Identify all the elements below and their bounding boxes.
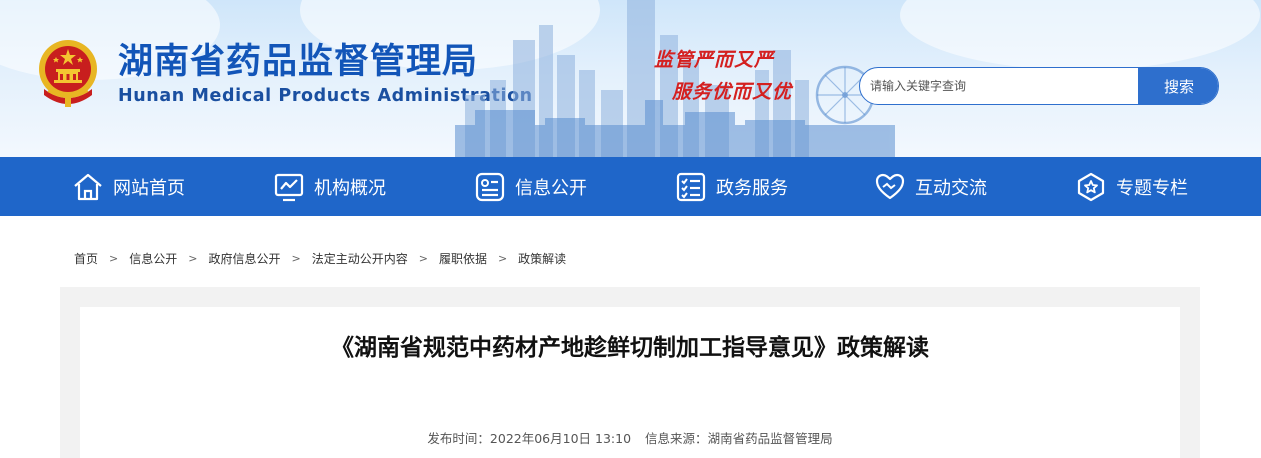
nav-label: 信息公开 <box>515 177 587 199</box>
home-icon <box>74 173 102 200</box>
nav-label: 专题专栏 <box>1116 177 1188 199</box>
search-input[interactable] <box>860 68 1138 104</box>
article-title: 《湖南省规范中药材产地趁鲜切制加工指导意见》政策解读 <box>331 335 929 361</box>
slogan-line-1: 监管严而又严 <box>654 49 775 71</box>
page: 湖南省药品监督管理局 Hunan Medical Products Admini… <box>0 0 1261 458</box>
nav-label: 政务服务 <box>716 177 788 199</box>
breadcrumb-separator-icon: > <box>109 251 119 265</box>
site-title[interactable]: 湖南省药品监督管理局 <box>118 40 478 84</box>
breadcrumb-current[interactable]: 政策解读 <box>518 250 566 267</box>
breadcrumb-separator-icon: > <box>497 251 508 265</box>
source-value: 湖南省药品监督管理局 <box>707 431 833 446</box>
breadcrumb-item[interactable]: 信息公开 <box>129 250 177 267</box>
handshake-heart-icon <box>875 173 905 199</box>
breadcrumb-separator-icon: > <box>291 251 301 265</box>
article-panel: 《湖南省规范中药材产地趁鲜切制加工指导意见》政策解读 发布时间：2022年06月… <box>80 307 1180 458</box>
search-box: 搜索 <box>859 67 1219 105</box>
header-banner: 湖南省药品监督管理局 Hunan Medical Products Admini… <box>0 0 1261 157</box>
nav-item-gov-services[interactable]: 政务服务 <box>675 157 788 216</box>
nav-item-overview[interactable]: 机构概况 <box>273 157 386 216</box>
breadcrumb-item[interactable]: 政府信息公开 <box>208 250 280 267</box>
star-badge-icon <box>1077 172 1105 201</box>
article-meta: 发布时间：2022年06月10日 13:10 信息来源：湖南省药品监督管理局 <box>80 430 1180 448</box>
breadcrumb-separator-icon: > <box>418 251 428 265</box>
nav-item-home[interactable]: 网站首页 <box>72 157 185 216</box>
breadcrumb-item[interactable]: 履职依据 <box>439 250 487 267</box>
nav-item-interaction[interactable]: 互动交流 <box>874 157 987 216</box>
nav-label: 机构概况 <box>314 177 386 199</box>
breadcrumb-separator-icon: > <box>188 251 198 265</box>
monitor-chart-icon <box>274 173 304 201</box>
nav-label: 网站首页 <box>113 177 185 199</box>
nav-item-special-topics[interactable]: 专题专栏 <box>1075 157 1188 216</box>
breadcrumb-item[interactable]: 首页 <box>74 250 98 267</box>
nav-item-info-disclosure[interactable]: 信息公开 <box>474 157 587 216</box>
nav-label: 互动交流 <box>915 177 987 199</box>
breadcrumb-item[interactable]: 法定主动公开内容 <box>312 250 408 267</box>
slogan-line-2: 服务优而又优 <box>672 81 793 103</box>
breadcrumb: 首页 > 信息公开 > 政府信息公开 > 法定主动公开内容 > 履职依据 > 政… <box>74 249 566 267</box>
search-button[interactable]: 搜索 <box>1138 68 1218 104</box>
main-nav: 网站首页 机构概况 信息公开 政务服务 互动交流 专题专栏 <box>0 157 1261 216</box>
publish-time: 2022年06月10日 13:10 <box>489 431 632 446</box>
checklist-icon <box>676 172 706 201</box>
national-emblem-icon <box>39 40 97 107</box>
source-label: 信息来源： <box>645 431 708 446</box>
info-card-icon <box>475 172 505 201</box>
publish-time-label: 发布时间： <box>427 431 490 446</box>
